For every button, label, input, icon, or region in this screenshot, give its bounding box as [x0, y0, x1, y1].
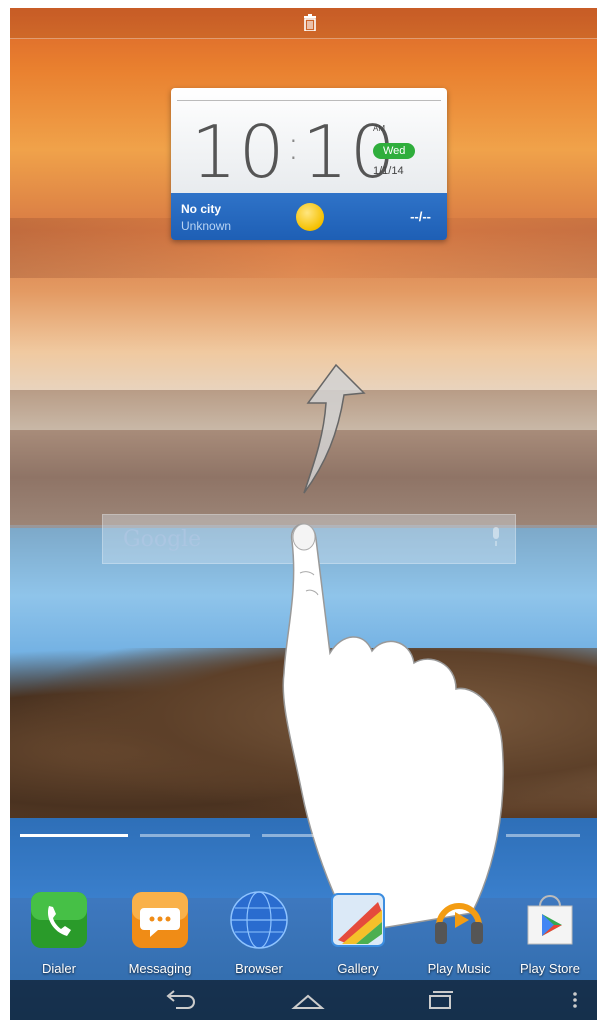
clock-weather-widget[interactable]: 10:10 AM Wed 1/1/14 No city Unknown --/-… [171, 88, 447, 240]
page-indicator-segment [506, 834, 580, 837]
google-logo: Google [123, 527, 202, 552]
swipe-up-arrow-illustration [303, 363, 366, 494]
clock-hours: 10 [191, 110, 287, 194]
page-indicator [20, 834, 580, 838]
dock-app-browser[interactable]: Browser [216, 890, 302, 976]
dock-app-play-store[interactable]: Play Store [507, 890, 593, 976]
day-badge: Wed [373, 143, 416, 159]
page-indicator-segment [262, 834, 372, 837]
remove-drop-zone[interactable] [10, 8, 597, 39]
dock-label: Gallery [337, 961, 379, 976]
weather-temperature: --/-- [410, 209, 431, 224]
headphones-icon [435, 903, 483, 944]
overflow-menu-icon[interactable] [565, 986, 585, 1014]
widget-resize-rail [177, 94, 441, 101]
dock-app-messaging[interactable]: Messaging [117, 890, 203, 976]
dock-label: Messaging [128, 961, 192, 976]
sun-icon [296, 203, 324, 231]
clock-ampm: AM [373, 124, 385, 133]
phone-icon [31, 892, 87, 948]
navigation-bar [10, 980, 597, 1020]
play-store-icon [527, 895, 573, 945]
weather-panel[interactable]: No city Unknown --/-- [171, 193, 447, 240]
clock-panel[interactable]: 10:10 AM Wed 1/1/14 [171, 88, 447, 193]
weather-city: No city [181, 202, 222, 216]
globe-icon [230, 891, 288, 949]
dock-label: Browser [235, 961, 283, 976]
page-indicator-segment [384, 834, 494, 837]
trash-icon[interactable] [303, 14, 317, 31]
dock-label: Dialer [42, 961, 76, 976]
page-indicator-active [20, 834, 128, 837]
dock-app-dialer[interactable]: Dialer [16, 890, 102, 976]
gallery-icon [331, 893, 385, 947]
dock-label: Play Music [427, 961, 491, 976]
home-icon[interactable] [288, 986, 328, 1014]
dock-app-play-music[interactable]: Play Music [416, 890, 502, 976]
app-dock: Dialer Messaging Browser Gallery Play Mu… [10, 880, 597, 982]
dock-app-gallery[interactable]: Gallery [315, 890, 401, 976]
weather-condition: Unknown [181, 219, 232, 233]
page-indicator-segment [140, 834, 250, 837]
dock-label: Play Store [520, 961, 580, 976]
back-icon[interactable] [160, 986, 200, 1014]
message-icon [132, 892, 188, 948]
home-screen: 10:10 AM Wed 1/1/14 No city Unknown --/-… [10, 8, 597, 1020]
hand-pointer-illustration [282, 523, 505, 933]
clock-time: 10:10 [191, 110, 398, 194]
recent-apps-icon[interactable] [420, 986, 460, 1014]
clock-date: 1/1/14 [373, 165, 404, 177]
